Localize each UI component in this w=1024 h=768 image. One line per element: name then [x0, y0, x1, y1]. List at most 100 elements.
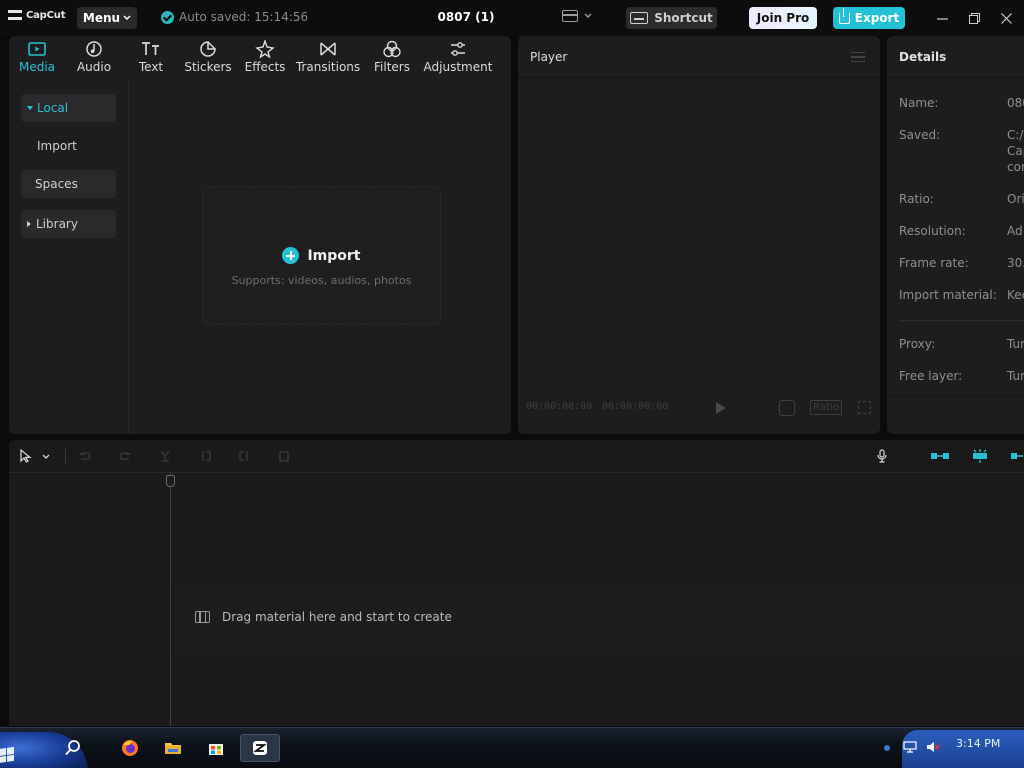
check-circle-icon	[161, 10, 174, 24]
detail-value-ratio: Ori	[1007, 192, 1024, 206]
detail-label-free-layer: Free layer:	[899, 369, 963, 383]
tab-audio[interactable]: Audio	[73, 40, 115, 80]
shortcut-label: Shortcut	[654, 11, 713, 25]
media-icon	[28, 42, 46, 56]
tab-transitions[interactable]: Transitions	[295, 40, 361, 80]
auto-snapping-icon[interactable]	[970, 449, 990, 463]
maximize-button[interactable]	[964, 8, 984, 28]
taskbar-capcut[interactable]	[240, 734, 280, 762]
details-divider	[899, 320, 1024, 321]
media-toolbar: Media Audio Text Stickers Effects Transi…	[9, 36, 511, 80]
menu-icon[interactable]	[851, 52, 865, 62]
split-right-icon[interactable]	[237, 449, 251, 463]
taskbar-store[interactable]	[203, 736, 229, 760]
sidebar-import-label: Import	[37, 139, 77, 153]
delete-icon[interactable]	[277, 449, 291, 463]
film-icon	[195, 611, 210, 623]
detail-label-proxy: Proxy:	[899, 337, 936, 351]
detail-value-saved: C:/	[1007, 128, 1024, 142]
fullscreen-icon[interactable]	[858, 401, 871, 414]
timeline-track-area[interactable]: Drag material here and start to create	[9, 473, 1024, 726]
playhead-line[interactable]	[170, 473, 171, 726]
export-label: Export	[854, 11, 900, 25]
network-icon[interactable]	[903, 741, 917, 753]
tab-audio-label: Audio	[76, 60, 112, 74]
detail-value-free-layer: Tur	[1007, 369, 1024, 383]
taskbar-clock[interactable]: 3:14 PM	[956, 737, 1000, 750]
current-timecode: 00:00:00:00	[526, 401, 593, 412]
playhead-handle[interactable]	[166, 475, 175, 487]
join-pro-button[interactable]: Join Pro	[749, 7, 817, 29]
tab-stickers[interactable]: Stickers	[182, 40, 234, 80]
media-sidebar: Local Import Spaces Library	[9, 80, 129, 434]
title-bar: CapCut Menu Auto saved: 15:14:56 0807 (1…	[0, 0, 1024, 36]
keyboard-icon	[630, 12, 649, 24]
transitions-icon	[320, 42, 336, 56]
timeline-toolbar	[9, 440, 1024, 473]
tab-text[interactable]: Text	[135, 40, 167, 80]
firefox-icon	[122, 740, 138, 756]
sidebar-item-import[interactable]: Import	[21, 132, 116, 160]
tray-indicator-icon[interactable]	[884, 745, 890, 751]
tab-filters-label: Filters	[374, 60, 410, 74]
import-button[interactable]: Import	[203, 247, 440, 264]
chevron-down-icon[interactable]	[41, 449, 51, 463]
import-subtitle: Supports: videos, audios, photos	[231, 274, 412, 287]
snapshot-icon[interactable]	[779, 400, 795, 416]
detail-label-resolution: Resolution:	[899, 224, 966, 238]
caret-right-icon	[27, 221, 31, 227]
shortcut-button[interactable]: Shortcut	[626, 7, 717, 29]
menu-button[interactable]: Menu	[77, 7, 137, 29]
undo-icon[interactable]	[78, 449, 92, 463]
detail-label-name: Name:	[899, 96, 939, 110]
tab-adjustment[interactable]: Adjustment	[423, 40, 493, 80]
detail-label-ratio: Ratio:	[899, 192, 934, 206]
main-track-magnet-icon[interactable]	[930, 449, 950, 463]
plus-circle-icon	[282, 247, 300, 264]
close-button[interactable]	[996, 8, 1016, 28]
import-dropzone[interactable]: Import Supports: videos, audios, photos	[202, 186, 441, 325]
sidebar-spaces-label: Spaces	[35, 177, 78, 191]
volume-muted-icon[interactable]	[926, 741, 940, 753]
detail-value-framerate: 30.	[1007, 256, 1024, 270]
layout-button[interactable]	[562, 10, 592, 22]
split-icon[interactable]	[158, 449, 172, 463]
tab-effects[interactable]: Effects	[245, 40, 285, 80]
tab-transitions-label: Transitions	[295, 60, 361, 74]
sidebar-item-library[interactable]: Library	[21, 210, 116, 238]
taskbar-firefox[interactable]	[117, 736, 143, 760]
sidebar-item-spaces[interactable]: Spaces	[21, 170, 116, 198]
detail-label-framerate: Frame rate:	[899, 256, 969, 270]
details-header: Details	[887, 36, 1024, 78]
microphone-icon[interactable]	[875, 449, 889, 463]
capcut-logo-icon	[8, 9, 22, 21]
detail-value-proxy: Tur	[1007, 337, 1024, 351]
play-icon[interactable]	[716, 402, 726, 414]
logo-text: CapCut	[26, 9, 66, 21]
export-button[interactable]: Export	[833, 7, 905, 29]
folder-icon	[165, 743, 181, 754]
tab-filters[interactable]: Filters	[373, 40, 411, 80]
ratio-button[interactable]: Ratio	[810, 400, 842, 415]
stickers-icon	[200, 41, 216, 57]
chevron-down-icon	[123, 15, 131, 21]
redo-icon[interactable]	[118, 449, 132, 463]
tab-stickers-label: Stickers	[184, 60, 232, 74]
close-icon	[1000, 12, 1012, 24]
taskbar-search-button[interactable]	[60, 736, 86, 760]
adjustment-icon	[451, 42, 465, 56]
total-timecode: 00:00:00:00	[602, 401, 669, 412]
capcut-logo: CapCut	[8, 9, 65, 21]
effects-icon	[255, 40, 275, 58]
linkage-icon[interactable]	[1010, 449, 1024, 463]
taskbar-file-explorer[interactable]	[160, 736, 186, 760]
project-title[interactable]: 0807 (1)	[430, 10, 502, 24]
sidebar-item-local[interactable]: Local	[21, 94, 116, 122]
split-left-icon[interactable]	[199, 449, 213, 463]
minimize-button[interactable]	[932, 8, 952, 28]
tab-media-label: Media	[18, 60, 56, 74]
select-cursor-icon[interactable]	[19, 449, 33, 463]
tab-media[interactable]: Media	[17, 40, 57, 80]
sidebar-library-label: Library	[36, 217, 78, 231]
search-icon	[65, 740, 80, 756]
